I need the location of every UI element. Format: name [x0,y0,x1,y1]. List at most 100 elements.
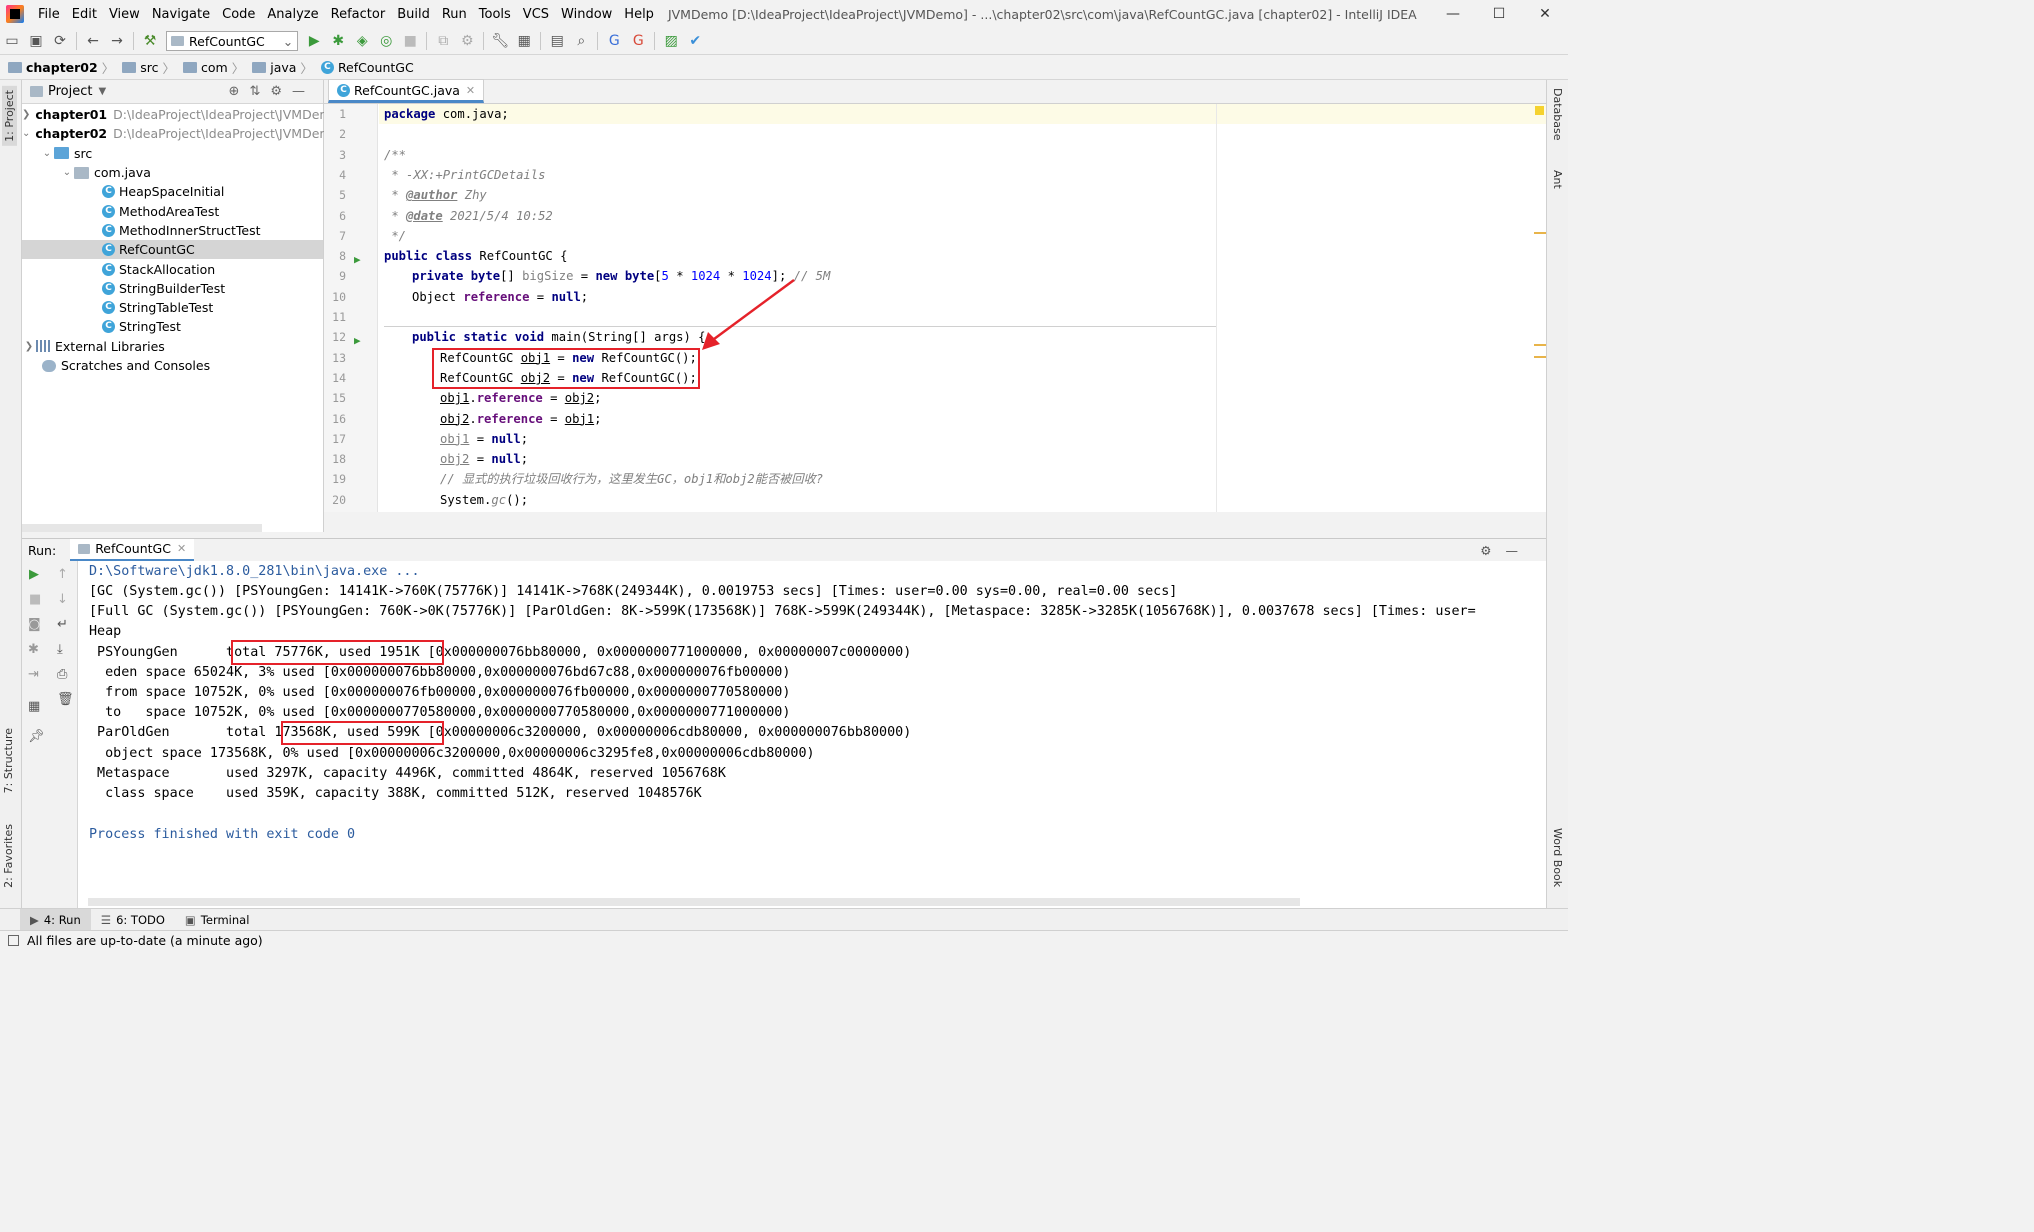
tree-item-src[interactable]: ⌄ src [22,144,323,163]
project-structure-icon[interactable]: ▦ [512,30,536,52]
project-tool-tab[interactable]: 1: Project [2,86,17,146]
trash-icon[interactable]: 🗑︎ [57,692,74,707]
tab-terminal[interactable]: ▣ Terminal [175,909,259,931]
menu-navigate[interactable]: Navigate [146,7,216,22]
forward-icon[interactable]: → [105,30,129,52]
debug-settings-icon[interactable]: ✱ [28,642,39,657]
statistic-icon[interactable]: ▨ [659,30,683,52]
code-line[interactable]: System.gc(); [440,490,528,510]
chevron-right-icon[interactable]: ❯ [22,341,36,352]
code-line[interactable]: public static void main(String[] args) { [412,327,706,347]
terminal-icon[interactable]: ▤ [545,30,569,52]
inspection-status-icon[interactable] [1535,106,1544,115]
build-hammer-icon[interactable]: ⚒ [138,30,162,52]
error-stripe-mark[interactable] [1534,344,1546,346]
gear-icon[interactable]: ⚙ [1480,543,1505,558]
breadcrumb-java[interactable]: java 〉 [252,58,317,77]
structure-tool-tab[interactable]: 7: Structure [2,728,15,793]
chevron-down-icon[interactable]: ⌄ [60,167,74,178]
tree-item-scratches[interactable]: Scratches and Consoles [22,356,323,375]
tree-item-methodareatest[interactable]: C MethodAreaTest [22,201,323,220]
locate-icon[interactable]: ⊕ [229,84,250,99]
menu-vcs[interactable]: VCS [517,7,555,22]
pin-icon[interactable]: 📌︎ [28,729,45,744]
run-class-icon[interactable]: ▶ [354,253,361,266]
collapse-icon[interactable]: ⇅ [249,84,270,99]
tab-run-refcountgc[interactable]: RefCountGC ✕ [70,538,195,562]
vcs-icon[interactable]: ⚙ [455,30,479,52]
gear-icon[interactable]: ⚙ [270,84,292,99]
menu-build[interactable]: Build [391,7,436,22]
attach-icon[interactable]: ⧉ [431,30,455,52]
horizontal-scrollbar[interactable] [88,898,1300,906]
debug-icon[interactable]: ✱ [326,30,350,52]
code-line[interactable]: * @date 2021/5/4 10:52 [384,206,552,226]
exit-icon[interactable]: ⇥ [28,667,39,682]
status-toggle-icon[interactable] [8,935,19,946]
menu-help[interactable]: Help [618,7,660,22]
tree-item-stackallocation[interactable]: C StackAllocation [22,259,323,278]
code-line[interactable]: public class RefCountGC { [384,246,567,266]
tree-item-com-java[interactable]: ⌄ com.java [22,163,323,182]
rerun-icon[interactable]: ▶ [29,567,39,582]
translate-alt-icon[interactable]: G [626,30,650,52]
profile-icon[interactable]: ◎ [374,30,398,52]
tab-refcountgc-java[interactable]: C RefCountGC.java ✕ [328,79,485,103]
code-line[interactable]: /** [384,145,406,165]
scroll-to-end-icon[interactable]: ⤓ [57,642,63,657]
tree-item-external-libraries[interactable]: ❯ External Libraries [22,337,323,356]
tab-todo[interactable]: ☰ 6: TODO [91,909,175,931]
save-icon[interactable]: ▣ [24,30,48,52]
menu-window[interactable]: Window [555,7,618,22]
run-icon[interactable]: ▶ [302,30,326,52]
error-stripe-mark[interactable] [1534,356,1546,358]
breadcrumb-com[interactable]: com 〉 [183,58,248,77]
code-line[interactable]: package com.java; [384,104,509,124]
ant-tool-tab[interactable]: Ant [1551,170,1564,189]
menu-view[interactable]: View [103,7,146,22]
tree-item-stringtabletest[interactable]: C StringTableTest [22,298,323,317]
code-line[interactable]: obj2 = null; [440,449,528,469]
code-line[interactable]: obj1.reference = obj2; [440,388,601,408]
minimize-icon[interactable]: — [1430,0,1476,28]
menu-edit[interactable]: Edit [66,7,103,22]
chevron-right-icon[interactable]: ❯ [22,109,30,120]
code-editor[interactable]: ▶ ▶ 1 2 3 4 5 6 7 8 9 10 11 12 13 14 15 16 17 18 19 20 pack… [324,104,1546,512]
console-output[interactable]: D:\Software\jdk1.8.0_281\bin\java.exe ..… [78,561,1546,908]
scroll-up-icon[interactable]: ↑ [57,567,68,582]
tree-item-refcountgc[interactable]: C RefCountGC [22,240,323,260]
breadcrumb-src[interactable]: src 〉 [122,58,179,77]
favorites-tool-tab[interactable]: 2: Favorites [2,824,15,888]
hide-icon[interactable]: — [1506,543,1533,558]
settings-wrench-icon[interactable]: 🔧︎ [488,30,512,52]
tree-item-heapspaceinitial[interactable]: C HeapSpaceInitial [22,182,323,201]
code-line[interactable]: * -XX:+PrintGCDetails [384,165,545,185]
coverage-icon[interactable]: ◈ [350,30,374,52]
tree-item-stringbuildertest[interactable]: C StringBuilderTest [22,279,323,298]
search-icon[interactable]: ⌕ [569,30,593,52]
menu-code[interactable]: Code [216,7,261,22]
close-tab-icon[interactable]: ✕ [466,84,475,97]
hide-icon[interactable]: — [292,84,315,99]
maximize-icon[interactable]: ☐ [1476,0,1522,28]
code-line[interactable]: Object reference = null; [412,287,588,307]
chevron-down-icon[interactable]: ▼ [98,86,106,97]
error-stripe-mark[interactable] [1534,232,1546,234]
menu-refactor[interactable]: Refactor [325,7,392,22]
stop-icon[interactable]: ■ [29,592,41,607]
tree-item-chapter01[interactable]: ❯ chapter01 D:\IdeaProject\IdeaProject\JVM… [22,105,332,124]
sync-icon[interactable]: ⟳ [48,30,72,52]
menu-analyze[interactable]: Analyze [261,7,324,22]
check-icon[interactable]: ✔ [683,30,707,52]
run-main-icon[interactable]: ▶ [354,334,361,347]
menu-run[interactable]: Run [436,7,473,22]
menu-file[interactable]: File [32,7,66,22]
translate-icon[interactable]: G [602,30,626,52]
code-line[interactable]: * @author Zhy [384,185,486,205]
run-configuration-select[interactable]: RefCountGC ⌄ [166,31,299,51]
print-icon[interactable]: ⎙ [57,667,67,682]
horizontal-scrollbar[interactable] [22,524,262,532]
layout-icon[interactable]: ▦ [28,699,40,714]
tree-item-stringtest[interactable]: C StringTest [22,317,323,336]
database-tool-tab[interactable]: Database [1551,88,1564,141]
